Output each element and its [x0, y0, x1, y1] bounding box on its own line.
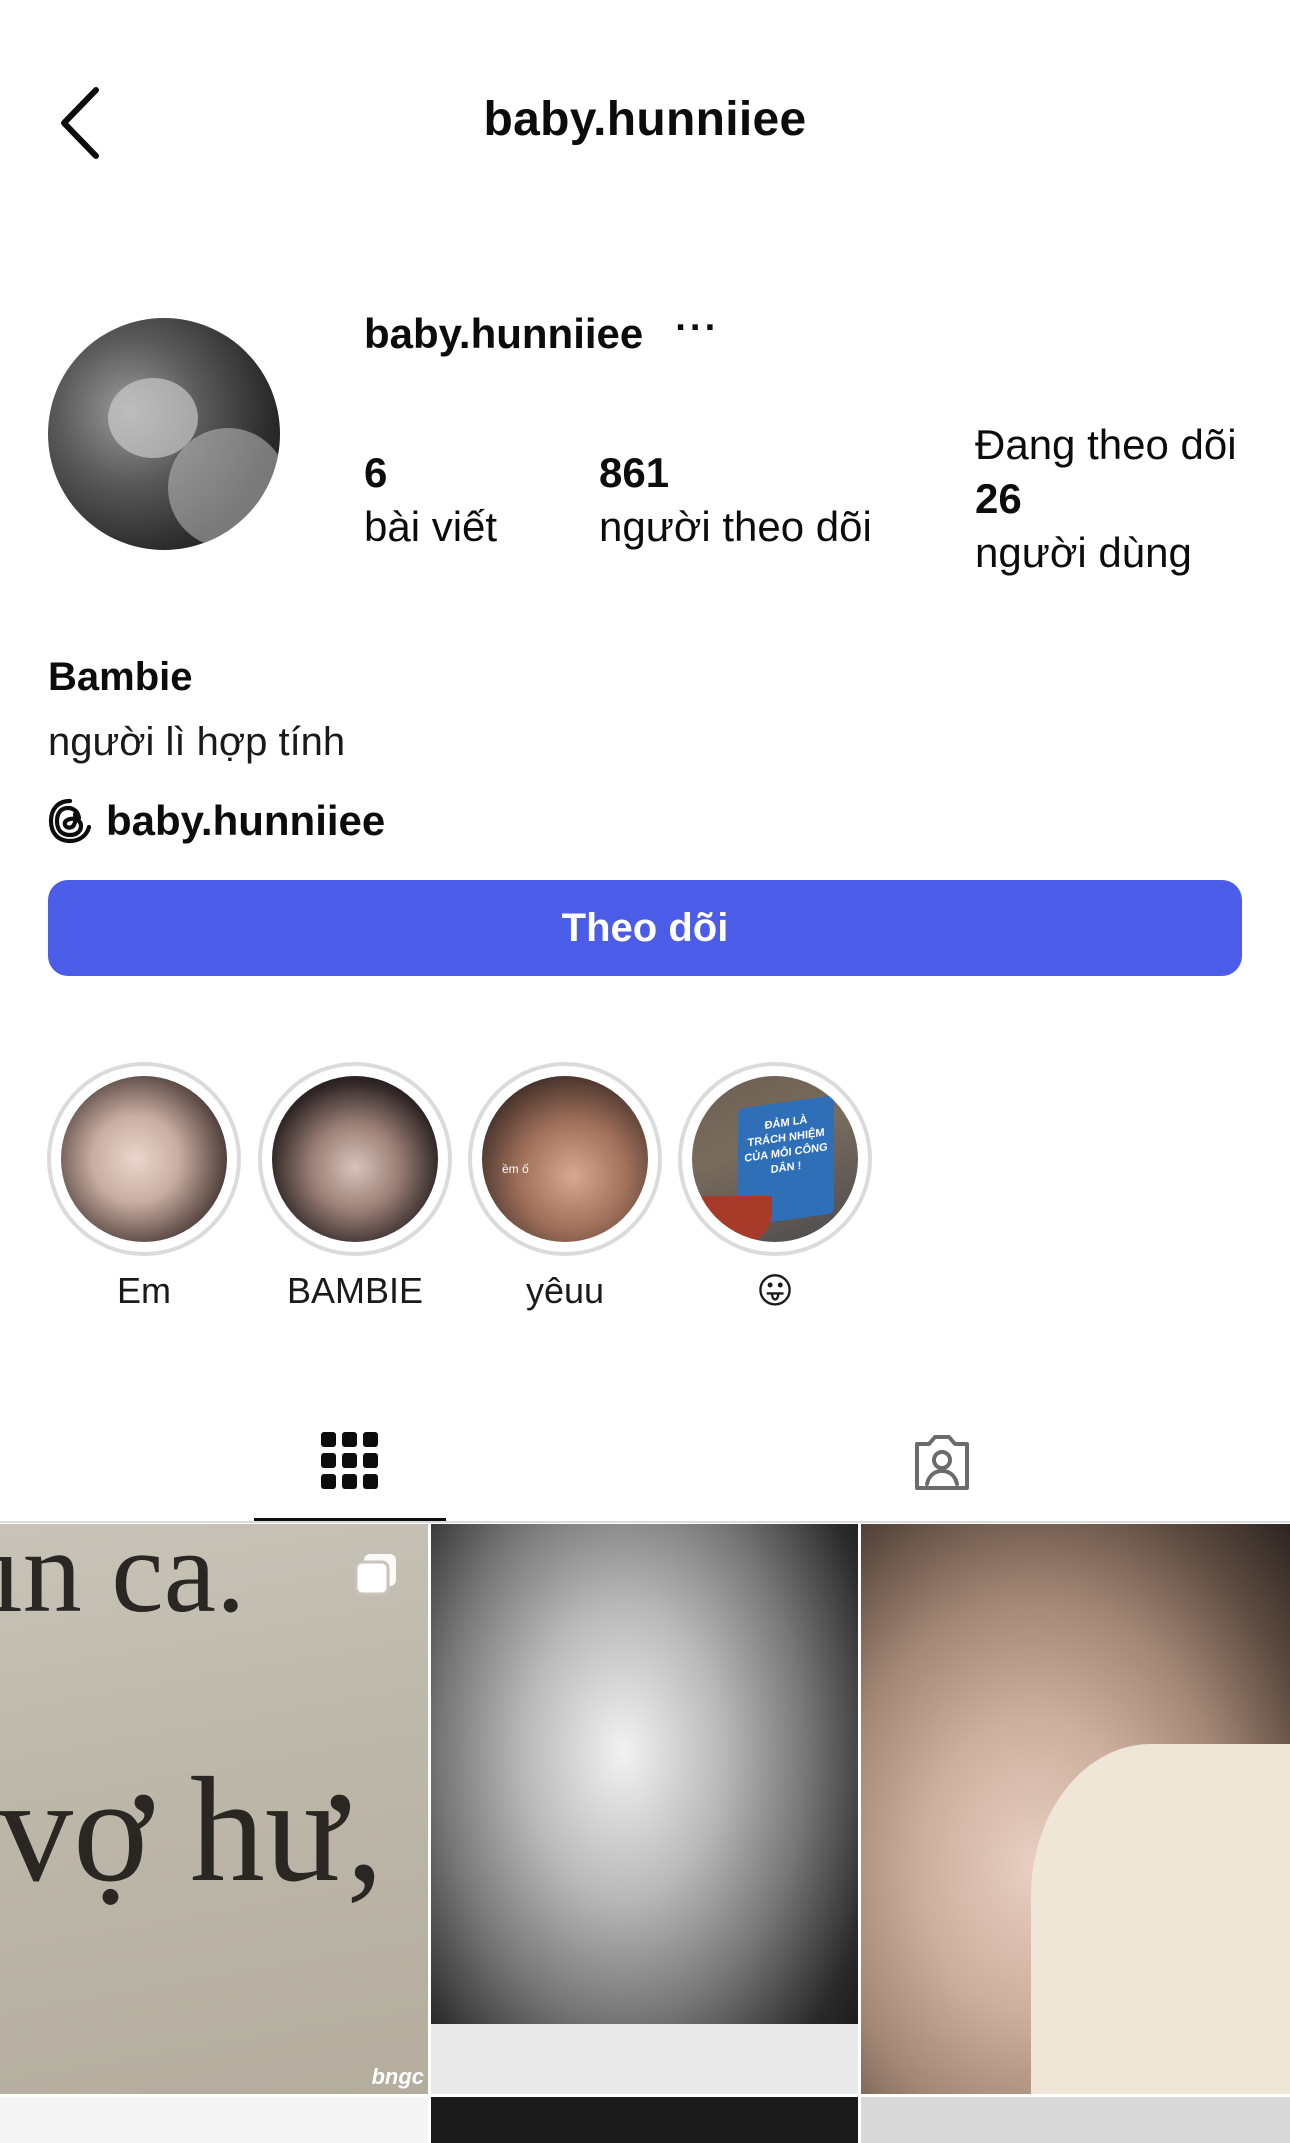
post-thumbnail[interactable] [0, 2097, 428, 2143]
stat-following[interactable]: Đang theo dõi 26 người dùng [975, 418, 1237, 580]
highlight-em[interactable]: Em [47, 1062, 241, 1312]
highlight-cover [272, 1076, 438, 1242]
post-watermark: bngc [371, 2064, 424, 2089]
followers-count: 861 [599, 449, 670, 496]
profile-bio: người lì hợp tính [48, 720, 346, 764]
followers-label: người theo dõi [599, 503, 872, 550]
post-thumbnail[interactable]: ın ca. vợ hư, bngc [0, 1524, 428, 2094]
profile-display-name: Bambie [48, 655, 193, 699]
follow-button[interactable]: Theo dõi [48, 880, 1242, 976]
highlight-cover: ĐẢM LÀ TRÁCH NHIỆM CỦA MỖI CÔNG DÂN ! [692, 1076, 858, 1242]
highlight-cover: ềm ố [482, 1076, 648, 1242]
page-title: baby.hunniiee [483, 93, 807, 146]
highlight-cover-text: ềm ố [502, 1162, 529, 1176]
highlight-label: BAMBIE [286, 1270, 424, 1311]
profile-avatar[interactable] [48, 318, 280, 550]
stat-followers[interactable]: 861 người theo dõi [599, 446, 872, 554]
posts-label: bài viết [364, 503, 498, 550]
stat-posts: 6 bài viết [364, 446, 497, 554]
post-thumbnail[interactable] [431, 1524, 858, 2094]
following-count: 26 [975, 475, 1022, 522]
post-text-line: ın ca. [0, 1524, 246, 1637]
carousel-icon [354, 1554, 396, 1596]
following-label: người dùng [975, 529, 1192, 576]
post-text-line: vợ hư, [0, 1747, 384, 1913]
grid-icon [321, 1432, 378, 1489]
post-thumbnail[interactable] [861, 1524, 1290, 2094]
username-row: baby.hunniiee ··· [364, 306, 719, 362]
sign-text: ĐẢM LÀ TRÁCH NHIỆM CỦA MỖI CÔNG DÂN ! [744, 1113, 828, 1177]
highlight-emoji[interactable]: ĐẢM LÀ TRÁCH NHIỆM CỦA MỖI CÔNG DÂN ! 😛 [678, 1062, 872, 1312]
highlight-label: 😛 [756, 1270, 794, 1311]
posts-count: 6 [364, 449, 388, 496]
highlight-yeuu[interactable]: ềm ố yêuu [468, 1062, 662, 1312]
threads-link[interactable]: baby.hunniiee [48, 793, 385, 849]
tab-tagged[interactable] [846, 1400, 1038, 1522]
threads-icon [48, 798, 92, 844]
highlight-label: yêuu [525, 1270, 605, 1311]
post-thumbnail[interactable] [861, 2097, 1290, 2143]
profile-tabs [0, 1400, 1290, 1522]
following-label-top: Đang theo dõi [975, 421, 1237, 468]
tagged-person-icon [915, 1435, 969, 1490]
tab-posts-grid[interactable] [254, 1400, 446, 1522]
top-bar: baby.hunniiee [0, 0, 1290, 245]
highlight-cover [61, 1076, 227, 1242]
profile-username: baby.hunniiee [364, 310, 644, 357]
tabs-divider [0, 1521, 1290, 1523]
highlight-bambie[interactable]: BAMBIE [258, 1062, 452, 1312]
more-options-button[interactable]: ··· [675, 309, 719, 347]
highlight-label: Em [117, 1270, 171, 1311]
threads-handle: baby.hunniiee [106, 797, 386, 844]
post-thumbnail[interactable] [431, 2097, 858, 2143]
